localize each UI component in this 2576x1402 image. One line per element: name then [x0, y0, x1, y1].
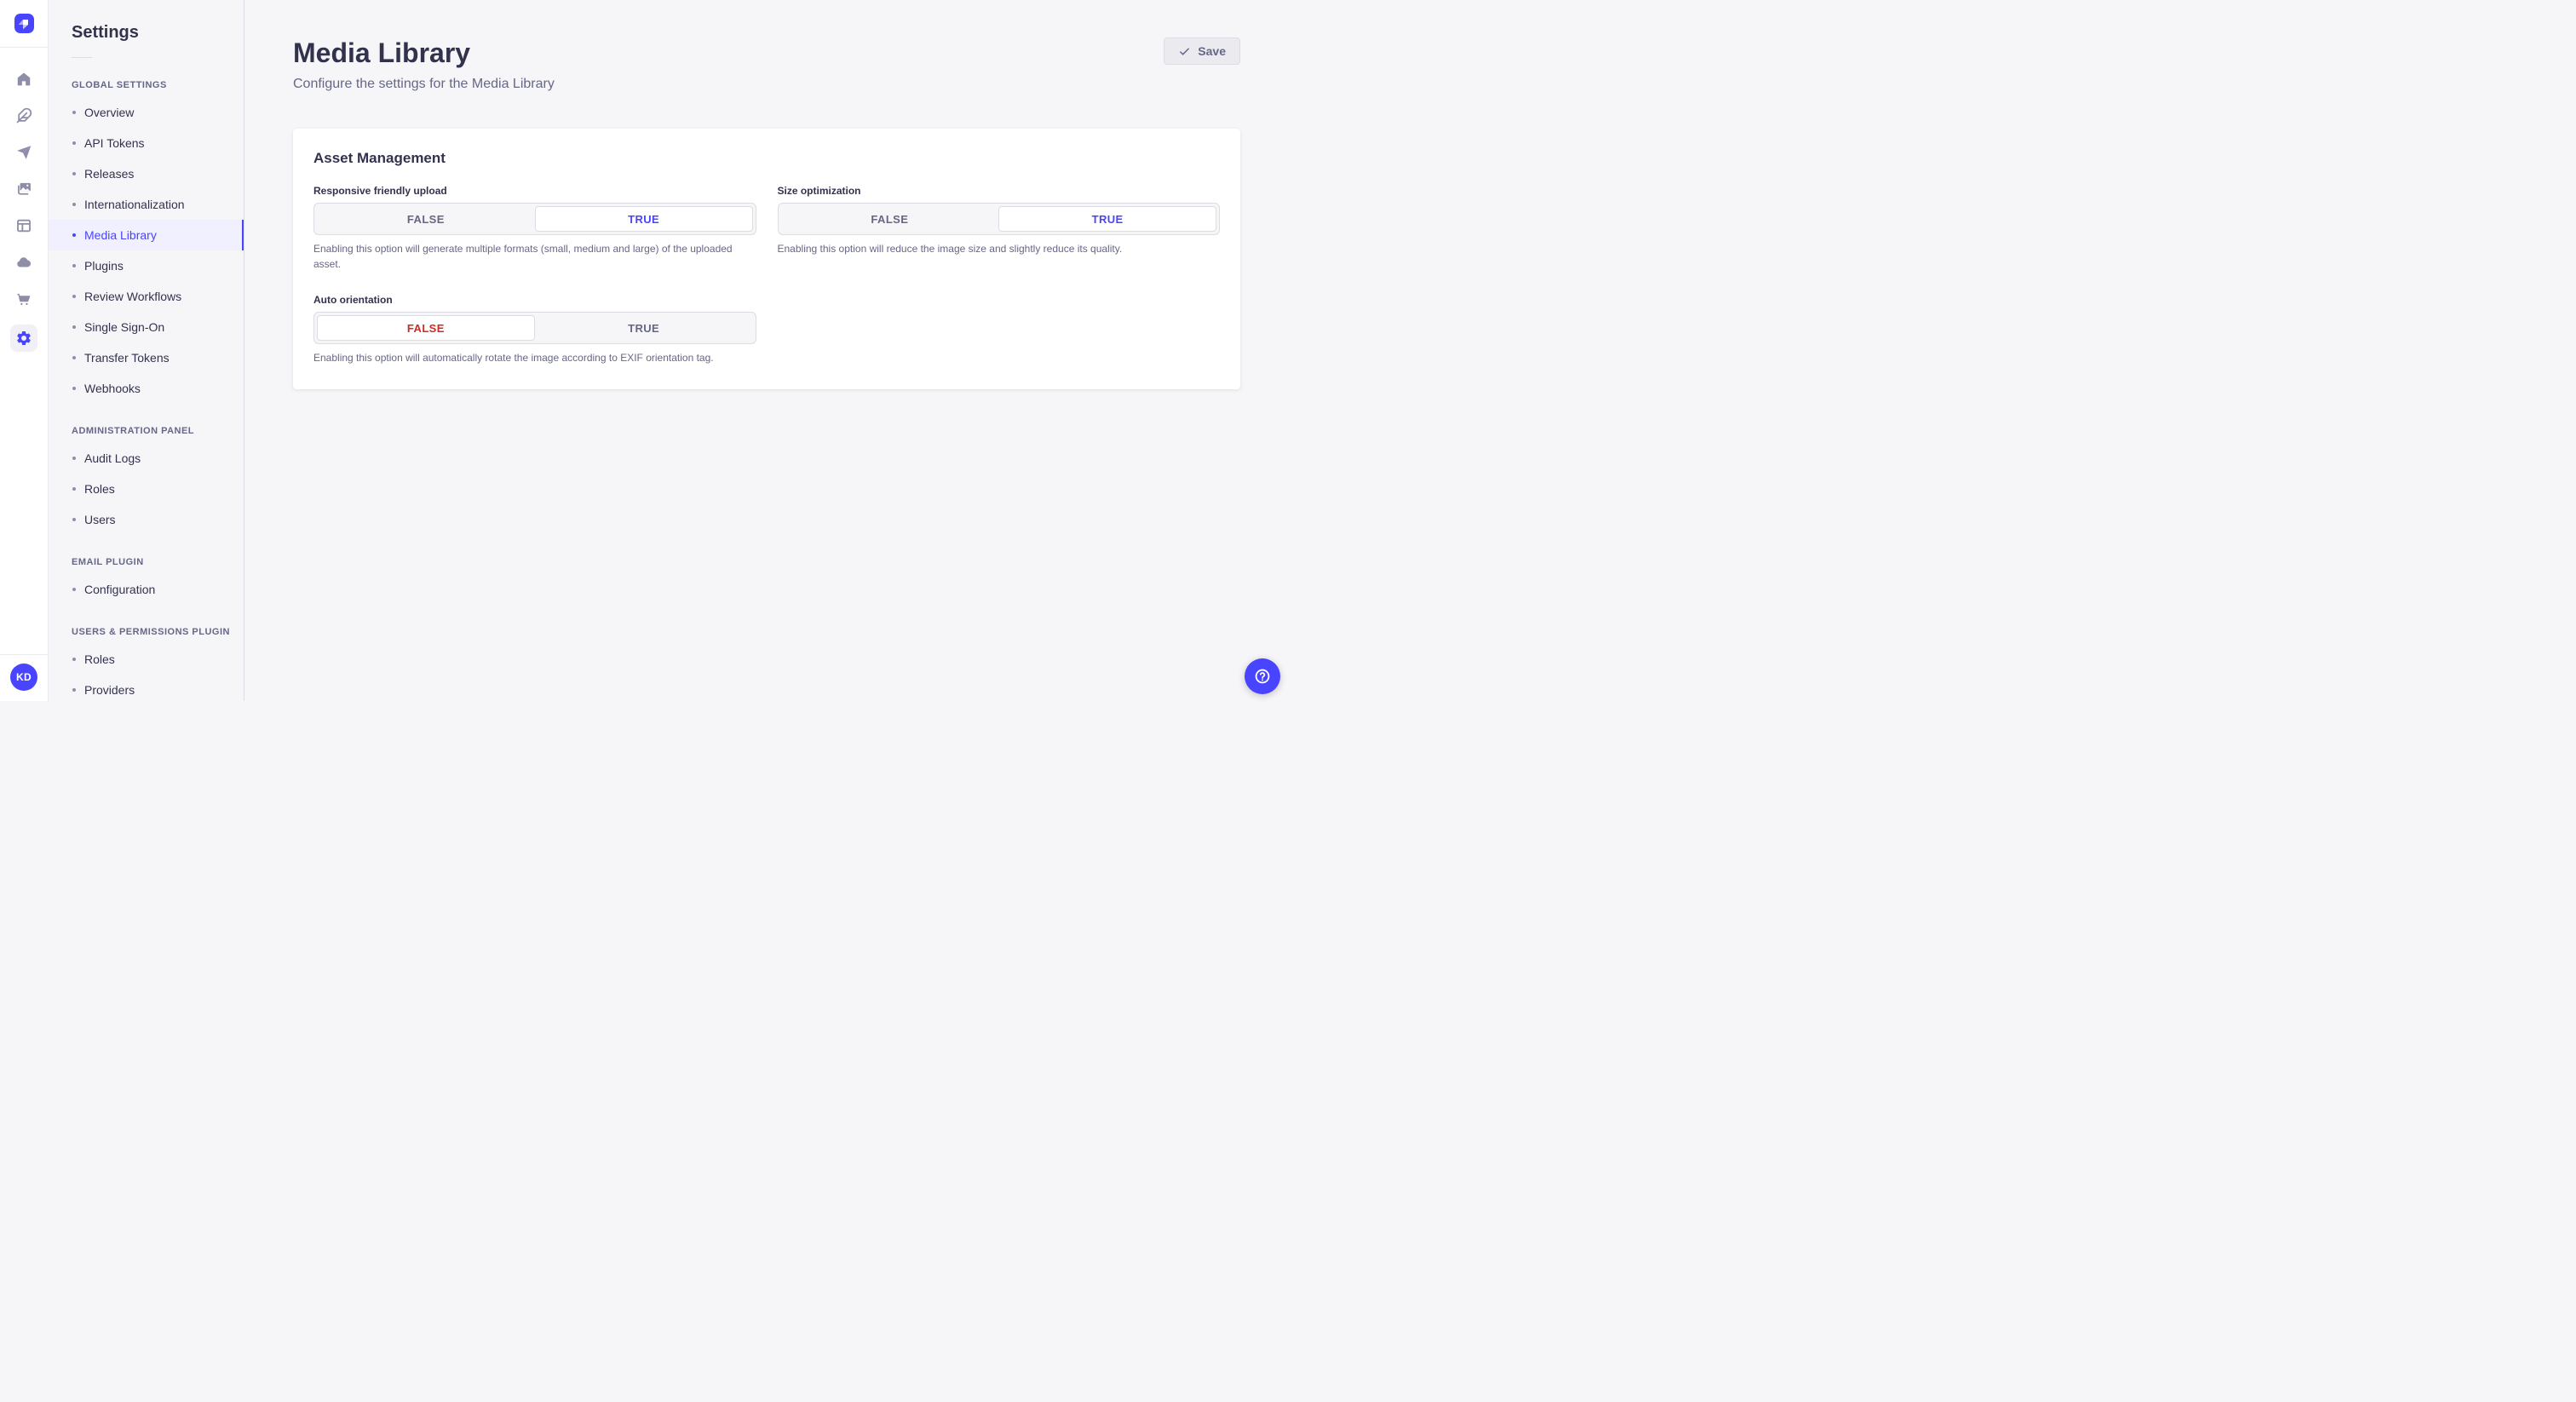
bullet-icon [72, 295, 76, 298]
sidebar-item-email-configuration[interactable]: Configuration [49, 574, 244, 605]
field-auto-orientation: Auto orientation FALSE TRUE Enabling thi… [313, 294, 756, 365]
bullet-icon [72, 203, 76, 206]
sidebar-item-up-roles[interactable]: Roles [49, 644, 244, 675]
save-button-label: Save [1198, 44, 1226, 58]
logo-container [0, 0, 48, 48]
page-subtitle: Configure the settings for the Media Lib… [293, 77, 555, 91]
rail-item-home[interactable] [10, 66, 37, 93]
toggle-option-true[interactable]: TRUE [534, 206, 753, 232]
sidebar-item-single-sign-on[interactable]: Single Sign-On [49, 312, 244, 342]
bullet-icon [72, 518, 76, 521]
sidebar-item-internationalization[interactable]: Internationalization [49, 189, 244, 220]
bullet-icon [72, 264, 76, 267]
rail-item-media-library[interactable] [10, 175, 37, 203]
sidebar-item-admin-users[interactable]: Users [49, 504, 244, 535]
section-label-administration-panel: ADMINISTRATION PANEL [72, 426, 195, 436]
app-window: KD Settings GLOBAL SETTINGS Overview API… [0, 0, 1288, 701]
fields-grid: Responsive friendly upload FALSE TRUE En… [313, 185, 1220, 365]
feather-icon [16, 107, 32, 124]
section-label-email-plugin: EMAIL PLUGIN [72, 557, 144, 567]
toggle-option-false[interactable]: FALSE [317, 315, 535, 341]
sidebar-item-plugins[interactable]: Plugins [49, 250, 244, 281]
check-icon [1180, 48, 1190, 55]
field-responsive-friendly-upload: Responsive friendly upload FALSE TRUE En… [313, 185, 756, 272]
bullet-icon [72, 356, 76, 359]
strapi-logo-icon[interactable] [14, 14, 34, 33]
rail-item-deploy[interactable] [10, 249, 37, 276]
field-hint: Enabling this option will reduce the ima… [777, 243, 1123, 255]
save-button[interactable]: Save [1164, 37, 1240, 65]
bullet-icon [72, 233, 76, 237]
section-label-global-settings: GLOBAL SETTINGS [72, 80, 167, 90]
workspace-rail: KD [0, 0, 49, 701]
page-header-text: Media Library Configure the settings for… [293, 37, 555, 92]
cloud-icon [17, 257, 32, 267]
layout-window-icon [17, 219, 31, 233]
sidebar-item-review-workflows[interactable]: Review Workflows [49, 281, 244, 312]
asset-management-card: Asset Management Responsive friendly upl… [293, 129, 1240, 389]
grid-spacer [778, 294, 1221, 365]
bullet-icon [72, 325, 76, 329]
user-avatar[interactable]: KD [10, 664, 37, 691]
bullet-icon [72, 387, 76, 390]
rail-item-content-type-builder[interactable] [10, 212, 37, 239]
paper-plane-icon [17, 146, 32, 159]
field-hint: Enabling this option will generate multi… [313, 243, 733, 270]
sidebar-item-admin-roles[interactable]: Roles [49, 474, 244, 504]
sidebar-item-api-tokens[interactable]: API Tokens [49, 128, 244, 158]
main-content: Media Library Configure the settings for… [244, 0, 1288, 701]
bullet-icon [72, 172, 76, 175]
sidebar-item-webhooks[interactable]: Webhooks [49, 373, 244, 404]
field-label: Size optimization [777, 185, 861, 197]
rail-item-content-manager[interactable] [10, 102, 37, 129]
home-icon [17, 72, 31, 86]
page-header: Media Library Configure the settings for… [293, 37, 1240, 92]
cart-icon [17, 293, 31, 306]
rail-item-releases[interactable] [10, 139, 37, 166]
bullet-icon [72, 658, 76, 661]
toggle-option-true[interactable]: TRUE [998, 206, 1216, 232]
field-size-optimization: Size optimization FALSE TRUE Enabling th… [777, 185, 1220, 272]
bullet-icon [72, 588, 76, 591]
sidebar-item-media-library[interactable]: Media Library [49, 220, 244, 250]
sidebar-item-transfer-tokens[interactable]: Transfer Tokens [49, 342, 244, 373]
rail-item-marketplace[interactable] [10, 285, 37, 313]
toggle-option-true[interactable]: TRUE [535, 315, 753, 341]
sidebar-item-audit-logs[interactable]: Audit Logs [49, 443, 244, 474]
bullet-icon [72, 688, 76, 692]
size-optimization-toggle: FALSE TRUE [777, 203, 1220, 235]
field-label: Auto orientation [313, 294, 393, 306]
rail-item-settings[interactable] [10, 325, 37, 352]
toggle-option-false[interactable]: FALSE [781, 206, 999, 232]
bullet-icon [72, 111, 76, 114]
sidebar-item-releases[interactable]: Releases [49, 158, 244, 189]
toggle-option-false[interactable]: FALSE [317, 206, 535, 232]
question-circle-icon [1255, 669, 1270, 684]
bullet-icon [72, 457, 76, 460]
settings-sidebar: Settings GLOBAL SETTINGS Overview API To… [49, 0, 244, 701]
gear-icon [17, 330, 31, 345]
page-title: Media Library [293, 37, 471, 68]
media-images-icon [17, 182, 31, 195]
responsive-friendly-upload-toggle: FALSE TRUE [313, 203, 756, 235]
auto-orientation-toggle: FALSE TRUE [313, 312, 756, 344]
sidebar-item-up-providers[interactable]: Providers [49, 675, 244, 701]
bullet-icon [72, 141, 76, 145]
rail-nav [10, 66, 37, 361]
field-hint: Enabling this option will automatically … [313, 352, 714, 364]
help-button[interactable] [1245, 658, 1280, 694]
section-label-users-permissions-plugin: USERS & PERMISSIONS PLUGIN [72, 627, 230, 637]
card-section-title: Asset Management [313, 150, 446, 166]
sidebar-title-divider [72, 57, 92, 58]
rail-bottom: KD [0, 654, 48, 701]
sidebar-title: Settings [72, 23, 139, 42]
bullet-icon [72, 487, 76, 491]
sidebar-item-overview[interactable]: Overview [49, 97, 244, 128]
field-label: Responsive friendly upload [313, 185, 447, 197]
